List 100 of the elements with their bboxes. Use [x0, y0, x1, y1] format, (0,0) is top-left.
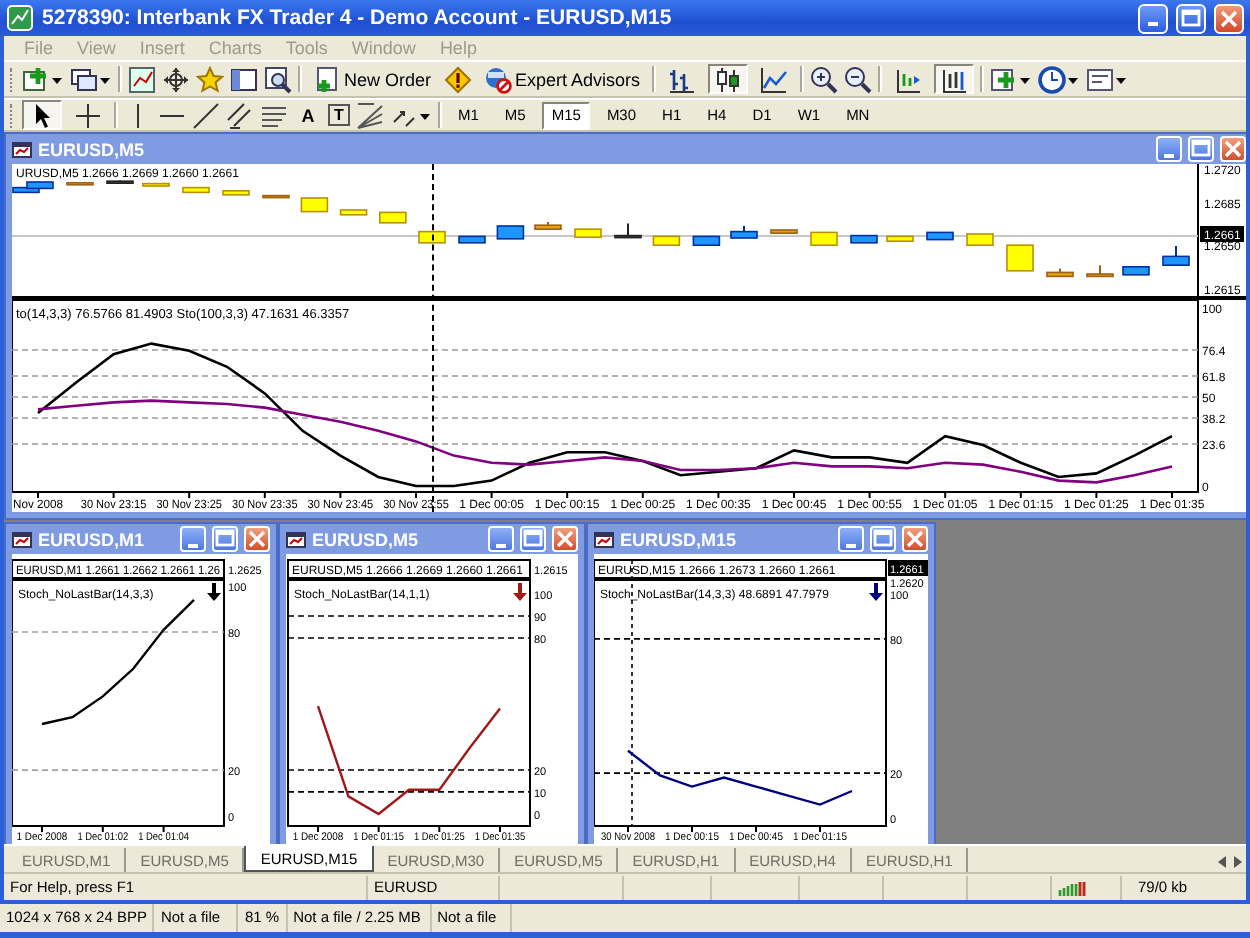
candle [730, 225, 758, 239]
candle [574, 228, 602, 238]
window-icon [594, 529, 614, 549]
candle [379, 211, 407, 224]
candle [1006, 244, 1034, 272]
candle [339, 209, 368, 216]
minimize-button[interactable] [1138, 3, 1168, 33]
close-button[interactable] [1220, 136, 1246, 162]
scroll-icon [940, 65, 969, 93]
maximize-icon [522, 528, 544, 550]
close-button[interactable] [902, 526, 928, 552]
move-icon[interactable] [162, 65, 190, 93]
chart-type-button[interactable] [708, 64, 749, 94]
plus-document-icon [314, 65, 340, 93]
window-icon [12, 139, 32, 159]
window-icon [286, 529, 306, 549]
star-icon[interactable] [196, 65, 224, 93]
close-button[interactable] [244, 526, 270, 552]
minimize-icon [188, 543, 198, 547]
candle [142, 182, 170, 187]
panel-icon[interactable] [230, 65, 258, 93]
maximize-icon [1180, 7, 1202, 29]
candle [418, 230, 446, 244]
maximize-button[interactable] [520, 526, 546, 552]
no-sign-icon [483, 65, 512, 93]
zoom-out-icon[interactable] [844, 65, 873, 93]
window-title: EURUSD,M5 [38, 139, 147, 159]
minimize-button[interactable] [838, 526, 864, 552]
candle [966, 233, 994, 246]
signal-bars-icon [1058, 877, 1086, 897]
window-title: EURUSD,M15 [620, 529, 739, 549]
minimize-button[interactable] [1156, 136, 1182, 162]
bars-icon [668, 65, 697, 93]
maximize-icon [1190, 138, 1212, 160]
crosshair-icon [74, 101, 102, 129]
close-button[interactable] [1214, 3, 1244, 33]
maximize-button[interactable] [1188, 136, 1214, 162]
candle [652, 235, 681, 246]
text-tool[interactable]: A [294, 105, 322, 125]
candle [222, 190, 250, 196]
minimize-button[interactable] [488, 526, 514, 552]
warning-icon[interactable] [443, 65, 472, 93]
close-icon [904, 528, 926, 550]
candle [1122, 266, 1150, 276]
window-title: 5278390: Interbank FX Trader 4 - Demo Account - EURUSD,M15 [42, 6, 674, 30]
line-chart-icon [760, 65, 789, 93]
window-icon [12, 529, 32, 549]
minimize-button[interactable] [180, 526, 206, 552]
close-icon [246, 528, 268, 550]
candle [534, 221, 562, 231]
minimize-icon [846, 543, 856, 547]
minimize-icon [1148, 22, 1158, 26]
clock-icon[interactable] [1038, 65, 1081, 93]
windows-icon[interactable] [70, 65, 112, 93]
app-icon [6, 4, 34, 32]
maximize-button[interactable] [212, 526, 238, 552]
close-icon [554, 528, 576, 550]
candle [926, 231, 954, 241]
maximize-icon [872, 528, 894, 550]
window-title: EURUSD,M1 [38, 529, 147, 549]
candle [886, 235, 914, 242]
window-title: EURUSD,M5 [312, 529, 421, 549]
candle [496, 225, 525, 240]
chart-window-icon[interactable] [128, 65, 156, 93]
candle [182, 186, 210, 194]
close-button[interactable] [552, 526, 578, 552]
candle [458, 235, 486, 244]
candle [770, 229, 798, 234]
candle [692, 235, 721, 246]
add-indicator-icon[interactable] [990, 65, 1033, 93]
close-icon [1218, 7, 1240, 29]
channel-icon[interactable] [226, 101, 254, 129]
maximize-button[interactable] [870, 526, 896, 552]
maximize-button[interactable] [1176, 3, 1206, 33]
minimize-icon [1164, 153, 1174, 157]
zoom-in-icon[interactable] [810, 65, 839, 93]
scroll-left-icon[interactable] [1214, 852, 1230, 872]
minimize-icon [496, 543, 506, 547]
label-tool[interactable]: T [328, 104, 350, 126]
arrow-down-icon [869, 583, 883, 601]
candle [850, 234, 878, 244]
fibonacci-icon[interactable] [260, 101, 288, 129]
cursor-button[interactable] [22, 100, 62, 130]
candle [1046, 267, 1074, 278]
maximize-icon [214, 528, 236, 550]
fan-icon[interactable] [356, 101, 384, 129]
magnifier-chart-icon[interactable] [264, 65, 292, 93]
candle [614, 222, 642, 239]
new-order-button[interactable]: New Order [308, 64, 438, 94]
candlestick-icon [714, 65, 743, 93]
candle [262, 194, 290, 199]
scroll-right-icon[interactable] [1230, 852, 1246, 872]
arrow-down-icon [513, 583, 527, 601]
candle [810, 231, 838, 246]
auto-scroll-button[interactable] [934, 64, 975, 94]
expert-advisors-button[interactable]: Expert Advisors [477, 64, 647, 94]
template-icon[interactable] [1086, 65, 1129, 93]
trend-line-icon[interactable] [192, 101, 220, 129]
new-chart-icon[interactable] [22, 65, 64, 93]
shift-icon [894, 65, 923, 93]
